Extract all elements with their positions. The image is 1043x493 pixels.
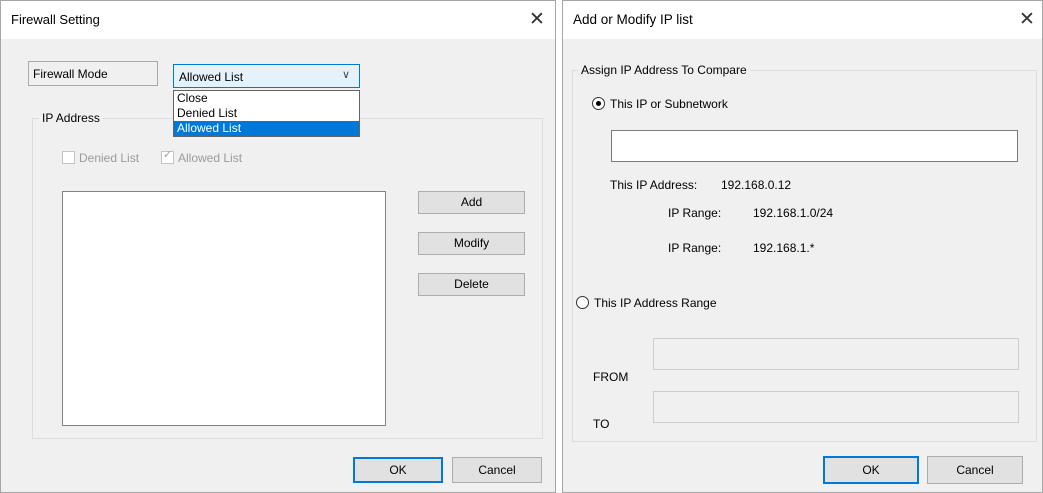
allowed-list-checkbox: ✓ Allowed List — [161, 149, 243, 165]
example-ip-value: 192.168.0.12 — [721, 178, 792, 192]
firewall-setting-dialog: Firewall Setting ✕ Firewall Mode Allowed… — [0, 0, 556, 493]
assign-ip-group-label: Assign IP Address To Compare — [578, 63, 750, 77]
radio-single-ip-label[interactable]: This IP or Subnetwork — [610, 97, 728, 111]
ok-button[interactable]: OK — [353, 457, 443, 483]
radio-ip-range-label[interactable]: This IP Address Range — [594, 296, 717, 310]
modify-button[interactable]: Modify — [418, 232, 525, 255]
radio-selected-dot-icon — [596, 101, 601, 106]
checkbox-unchecked-icon — [62, 151, 75, 164]
assign-ip-group — [572, 70, 1037, 442]
example-range2-label: IP Range: — [668, 241, 722, 255]
dialog-title: Add or Modify IP list — [573, 12, 693, 27]
dropdown-option-allowed-list[interactable]: Allowed List — [174, 121, 359, 136]
allowed-list-checkbox-label: Allowed List — [178, 151, 243, 165]
firewall-mode-selected-value: Allowed List — [179, 70, 244, 84]
dropdown-option-close[interactable]: Close — [174, 91, 359, 106]
example-range1-value: 192.168.1.0/24 — [753, 206, 834, 220]
ip-address-listbox[interactable] — [62, 191, 386, 426]
add-button[interactable]: Add — [418, 191, 525, 214]
firewall-mode-dropdown: Close Denied List Allowed List — [173, 90, 360, 137]
example-range2-value: 192.168.1.* — [753, 241, 815, 255]
checkmark-icon: ✓ — [161, 149, 174, 164]
dropdown-option-denied-list[interactable]: Denied List — [174, 106, 359, 121]
delete-button[interactable]: Delete — [418, 273, 525, 296]
from-label: FROM — [593, 370, 629, 384]
title-bar: Add or Modify IP list ✕ — [563, 1, 1042, 39]
to-label: TO — [593, 417, 610, 431]
to-ip-input — [653, 391, 1019, 423]
close-icon[interactable]: ✕ — [1012, 5, 1042, 35]
example-range1-label: IP Range: — [668, 206, 722, 220]
ip-address-group-label: IP Address — [39, 111, 103, 125]
denied-list-checkbox: Denied List — [62, 151, 139, 165]
radio-single-ip[interactable] — [592, 97, 605, 110]
add-modify-ip-dialog: Add or Modify IP list ✕ Assign IP Addres… — [562, 0, 1043, 493]
close-icon[interactable]: ✕ — [522, 5, 552, 35]
denied-list-checkbox-label: Denied List — [79, 151, 140, 165]
radio-ip-range[interactable] — [576, 296, 589, 309]
firewall-mode-select[interactable]: Allowed List ∨ — [173, 64, 360, 88]
firewall-mode-label-text: Firewall Mode — [33, 67, 108, 81]
title-bar: Firewall Setting ✕ — [1, 1, 555, 39]
example-ip-label: This IP Address: — [610, 178, 698, 192]
dialog-title: Firewall Setting — [11, 12, 100, 27]
firewall-mode-label: Firewall Mode — [28, 61, 158, 86]
from-ip-input — [653, 338, 1019, 370]
ok-button[interactable]: OK — [823, 456, 919, 484]
ip-address-input[interactable] — [611, 130, 1018, 162]
cancel-button[interactable]: Cancel — [927, 456, 1023, 484]
cancel-button[interactable]: Cancel — [452, 457, 542, 483]
chevron-down-icon[interactable]: ∨ — [342, 68, 350, 81]
